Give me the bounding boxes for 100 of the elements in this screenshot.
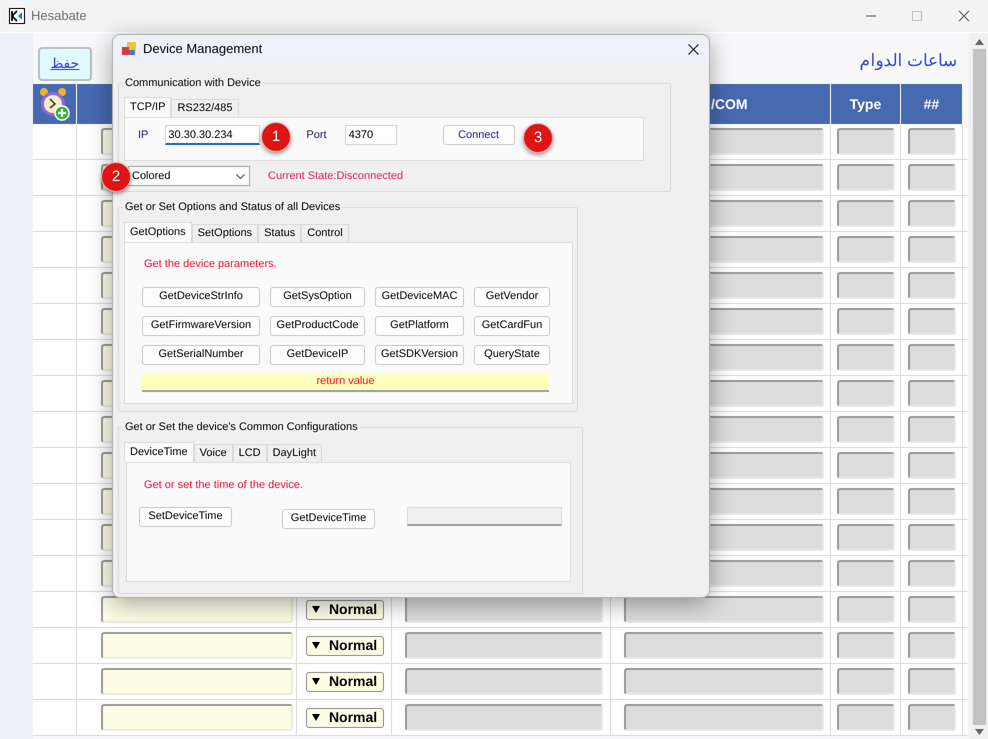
ip-field[interactable]: 30.30.30.234: [165, 125, 260, 145]
close-icon[interactable]: [688, 44, 699, 54]
text-field[interactable]: [908, 380, 956, 407]
text-field[interactable]: [908, 308, 956, 335]
text-field[interactable]: [908, 596, 956, 623]
text-field[interactable]: [836, 236, 895, 263]
text-field[interactable]: [908, 128, 956, 155]
text-field[interactable]: [908, 200, 956, 227]
text-field[interactable]: [404, 668, 603, 695]
tab[interactable]: Control: [301, 224, 349, 242]
close-icon[interactable]: [958, 10, 970, 22]
scroll-down-icon[interactable]: [974, 729, 984, 735]
command-button[interactable]: GetProductCode: [270, 316, 365, 336]
text-field[interactable]: [836, 416, 895, 443]
tab[interactable]: SetOptions: [192, 224, 258, 242]
page-title: ساعات الدوام: [859, 50, 958, 72]
connection-status: Current State:Disconnected: [268, 168, 404, 184]
text-field[interactable]: [908, 488, 956, 515]
set-time-button[interactable]: SetDeviceTime: [139, 506, 232, 526]
text-field[interactable]: [836, 380, 895, 407]
text-field[interactable]: [908, 704, 956, 731]
text-field[interactable]: [908, 452, 956, 479]
dialog-title: Device Management: [143, 40, 262, 58]
text-field[interactable]: [836, 272, 895, 299]
name-field[interactable]: [100, 668, 293, 695]
tab[interactable]: RS232/485: [171, 99, 238, 117]
command-button[interactable]: GetDeviceIP: [270, 344, 365, 364]
name-field[interactable]: [100, 596, 293, 623]
chevron-down-icon: [236, 174, 245, 178]
command-button[interactable]: GetCardFun: [474, 316, 550, 336]
text-field[interactable]: [836, 308, 895, 335]
text-field[interactable]: [908, 524, 956, 551]
text-field[interactable]: [908, 236, 956, 263]
text-field[interactable]: [908, 416, 956, 443]
priority-dropdown[interactable]: Normal: [306, 600, 384, 620]
tab[interactable]: TCP/IP: [124, 97, 172, 117]
text-field[interactable]: [836, 596, 895, 623]
text-field[interactable]: [908, 632, 956, 659]
command-button[interactable]: GetSDKVersion: [375, 344, 464, 364]
command-button[interactable]: GetPlatform: [375, 316, 464, 336]
command-button[interactable]: GetDeviceStrInfo: [142, 286, 260, 306]
command-button[interactable]: GetSysOption: [270, 286, 365, 306]
text-field[interactable]: [836, 200, 895, 227]
get-time-button[interactable]: GetDeviceTime: [282, 508, 375, 528]
text-field[interactable]: [404, 596, 603, 623]
return-value-field: return value: [142, 372, 549, 392]
text-field[interactable]: [908, 560, 956, 587]
text-field[interactable]: [624, 596, 824, 623]
name-field[interactable]: [100, 632, 293, 659]
priority-dropdown[interactable]: Normal: [306, 672, 384, 692]
text-field[interactable]: [404, 704, 603, 731]
mode-dropdown[interactable]: Colored: [128, 166, 250, 186]
text-field[interactable]: [836, 452, 895, 479]
text-field[interactable]: [836, 344, 895, 371]
tab[interactable]: Voice: [194, 444, 233, 462]
group-legend: Get or Set the device's Common Configurations: [123, 420, 360, 434]
text-field[interactable]: [836, 632, 895, 659]
tab[interactable]: DeviceTime: [124, 442, 194, 462]
command-button[interactable]: QueryState: [474, 344, 550, 364]
text-field[interactable]: [624, 704, 824, 731]
save-button[interactable]: حفظ: [38, 46, 92, 80]
text-field[interactable]: [908, 272, 956, 299]
text-field[interactable]: [404, 632, 603, 659]
text-field[interactable]: [836, 488, 895, 515]
tab[interactable]: DayLight: [266, 444, 322, 462]
command-button[interactable]: GetDeviceMAC: [375, 286, 464, 306]
port-label: Port: [306, 128, 327, 143]
port-field[interactable]: 4370: [344, 125, 397, 145]
name-field[interactable]: [100, 704, 293, 731]
maximize-icon[interactable]: [911, 10, 923, 22]
command-button[interactable]: GetFirmwareVersion: [142, 316, 260, 336]
alarm-clock-add-icon[interactable]: [38, 87, 70, 121]
priority-dropdown[interactable]: Normal: [306, 636, 384, 656]
tab[interactable]: Status: [258, 224, 302, 242]
tab[interactable]: LCD: [232, 444, 267, 462]
scrollbar-thumb[interactable]: [972, 49, 986, 725]
command-button[interactable]: GetSerialNumber: [142, 344, 260, 364]
text-field[interactable]: [908, 164, 956, 191]
caret-icon: [312, 714, 320, 721]
text-field[interactable]: [624, 668, 824, 695]
connect-button[interactable]: Connect: [442, 125, 515, 145]
text-field[interactable]: [908, 344, 956, 371]
text-field[interactable]: [624, 632, 824, 659]
text-field[interactable]: [836, 524, 895, 551]
text-field[interactable]: [836, 560, 895, 587]
ip-label: IP: [138, 128, 148, 143]
app-logo-icon: [9, 8, 25, 24]
priority-dropdown[interactable]: Normal: [306, 708, 384, 728]
column-header[interactable]: Type: [830, 84, 901, 124]
tab[interactable]: GetOptions: [124, 222, 192, 242]
command-button[interactable]: GetVendor: [474, 286, 550, 306]
text-field[interactable]: [836, 128, 895, 155]
caret-icon: [312, 606, 320, 613]
hint-text: Get the device parameters.: [144, 257, 278, 272]
column-header[interactable]: ##: [900, 84, 963, 124]
text-field[interactable]: [836, 704, 895, 731]
text-field[interactable]: [908, 668, 956, 695]
scroll-up-icon[interactable]: [974, 39, 984, 45]
text-field[interactable]: [836, 164, 895, 191]
text-field[interactable]: [836, 668, 895, 695]
